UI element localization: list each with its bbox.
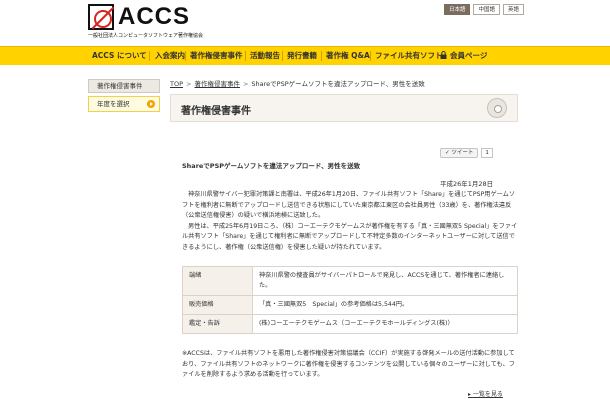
logo-mark-icon [88,4,114,30]
nav-item-activity[interactable]: 活動報告 [250,47,280,65]
logo-text: ACCS [118,3,191,30]
main-nav: ACCS について 入会案内 著作権侵害事件 活動報告 発行書籍 著作権 Q&A… [0,46,610,65]
ccif-note: ※ACCSは、ファイル共有ソフトを悪用した著作権侵害対策協議会（CCIF）が実施… [182,350,515,379]
nav-divider [282,51,283,61]
back-to-list-link[interactable]: ▸ 一覧を見る [468,389,503,398]
arrow-right-icon [147,100,155,108]
nav-item-infringement[interactable]: 著作権侵害事件 [190,47,243,65]
breadcrumb-section-link[interactable]: 著作権侵害事件 [194,80,240,88]
table-key: 鑑定・告訴 [182,314,253,334]
nav-item-join[interactable]: 入会案内 [155,47,185,65]
lang-chinese-button[interactable]: 中国語 [473,4,500,15]
breadcrumb-top-link[interactable]: TOP [170,80,183,88]
nav-divider [370,51,371,61]
tweet-label: ツイート [451,150,474,156]
disc-icon [487,98,507,118]
table-value: 神奈川県警の捜査員がサイバーパトロールで発見し、ACCSを通じて、著作権者に連絡… [252,266,518,296]
tweet-widget: ✓ ツイート 1 [440,148,493,158]
nav-item-p2p[interactable]: ファイル共有ソフト [375,47,443,65]
article-paragraph: 神奈川県警サイバー犯罪対策課と南署は、平成26年1月20日、ファイル共有ソフト「… [182,191,516,220]
member-page-label: 会員ページ [450,51,488,60]
nav-item-qa[interactable]: 著作権 Q&A [326,47,370,65]
back-to-list-label: 一覧を見る [472,391,503,398]
tweet-button[interactable]: ✓ ツイート [440,148,479,158]
site-header: ACCS 一般社団法人コンピュータソフトウェア著作権協会 日本語 中国語 英語 [0,0,610,46]
lock-icon [440,51,447,59]
lang-english-button[interactable]: 英語 [502,4,524,15]
bird-icon: ✓ [445,150,450,156]
sidebar-title: 著作権侵害事件 [88,79,160,93]
table-row: 鑑定・告訴 (株)コーエーテクモゲームス（コーエーテクモホールディングス(株)） [182,314,518,334]
breadcrumb-current: ShareでPSPゲームソフトを違法アップロード、男性を送致 [251,80,425,88]
nav-divider [245,51,246,61]
table-row: 端緒 神奈川県警の捜査員がサイバーパトロールで発見し、ACCSを通じて、著作権者… [182,266,518,296]
table-row: 販売価格 「真・三國無双5 Special」の参考価格は5,544円。 [182,295,518,315]
breadcrumb: TOP > 著作権侵害事件 > ShareでPSPゲームソフトを違法アップロード、男性を… [170,78,425,88]
member-page-link[interactable]: 会員ページ [440,47,487,65]
sidebar-item-label: 年度を選択 [97,100,130,108]
nav-divider [149,51,150,61]
nav-divider [321,51,322,61]
table-value: 「真・三國無双5 Special」の参考価格は5,544円。 [252,295,518,315]
breadcrumb-separator: > [186,80,192,88]
article-body: 神奈川県警サイバー犯罪対策課と南署は、平成26年1月20日、ファイル共有ソフト「… [182,190,518,254]
page-title: 著作権侵害事件 [181,106,251,117]
nav-divider [185,51,186,61]
tweet-count: 1 [481,148,493,158]
table-key: 販売価格 [182,295,253,315]
table-key: 端緒 [182,266,253,296]
article-paragraph: 男性は、平成25年6月19日ころ、（株）コーエーテクモゲームスが著作権を有する「… [182,222,518,251]
article-title: ShareでPSPゲームソフトを違法アップロード、男性を送致 [182,162,361,170]
sidebar-item-select-year[interactable]: 年度を選択 [88,96,160,112]
article-date: 平成26年1月28日 [440,180,494,188]
language-switcher: 日本語 中国語 英語 [443,4,524,15]
nav-item-books[interactable]: 発行書籍 [287,47,317,65]
page-heading-box: 著作権侵害事件 [170,94,518,122]
logo-subtitle: 一般社団法人コンピュータソフトウェア著作権協会 [88,33,204,39]
accs-logo[interactable]: ACCS 一般社団法人コンピュータソフトウェア著作権協会 [88,3,203,39]
lang-japanese-button[interactable]: 日本語 [443,4,471,15]
nav-item-about[interactable]: ACCS について [92,47,147,65]
breadcrumb-separator: > [242,80,249,88]
case-info-table: 端緒 神奈川県警の捜査員がサイバーパトロールで発見し、ACCSを通じて、著作権者… [182,266,518,334]
table-value: (株)コーエーテクモゲームス（コーエーテクモホールディングス(株)） [252,314,518,334]
